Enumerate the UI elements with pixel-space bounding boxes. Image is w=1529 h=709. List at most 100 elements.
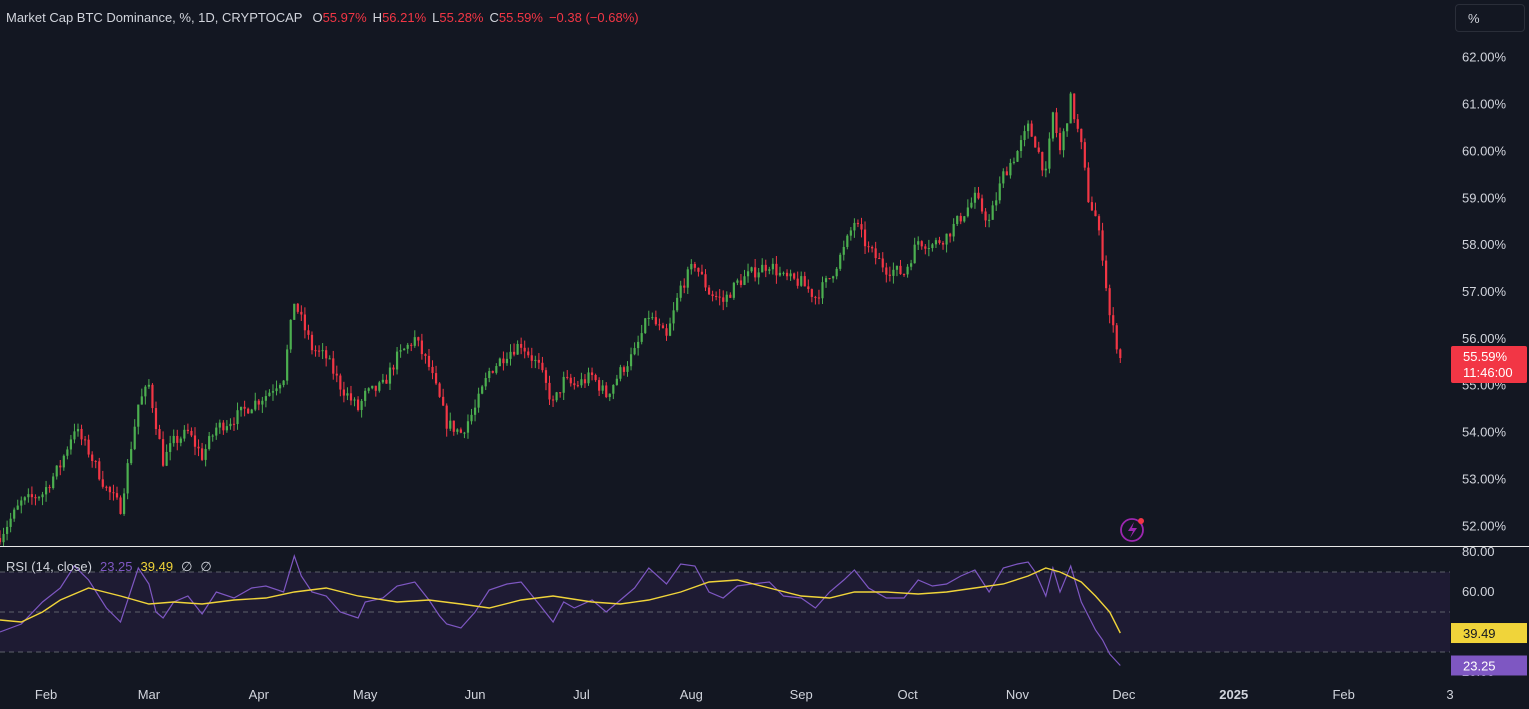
candle-body [229, 423, 232, 427]
candle-body [959, 215, 962, 222]
candle-body [686, 269, 689, 288]
candle-body [505, 358, 509, 364]
candle-body [300, 311, 303, 315]
price-axis-tick: 53.00% [1462, 471, 1507, 486]
candle-body [711, 294, 714, 297]
time-axis-tick: Sep [790, 687, 813, 702]
candle-body [629, 354, 633, 367]
candle-body [144, 386, 147, 397]
candle-body [119, 497, 122, 514]
rsi-ma-tag-label: 39.49 [1463, 626, 1496, 641]
candle-body [1087, 167, 1090, 203]
candle-body [945, 233, 948, 245]
candle-body [1062, 131, 1065, 151]
candle-body [551, 399, 555, 401]
candle-body [466, 421, 470, 433]
candle-body [509, 351, 512, 359]
flash-icon [1120, 518, 1144, 542]
candle-body [98, 461, 101, 480]
candle-body [413, 337, 416, 346]
candle-body [147, 384, 150, 387]
candle-body [690, 263, 693, 270]
candle-body [949, 233, 952, 237]
candle-body [736, 280, 739, 283]
rsi-pane[interactable] [0, 554, 1450, 666]
candle-body [810, 289, 813, 297]
candle-body [906, 266, 909, 275]
candle-body [768, 269, 771, 271]
candle-body [640, 333, 643, 342]
candle-body [800, 276, 803, 286]
candle-body [41, 494, 44, 498]
candle-body [587, 372, 590, 384]
candle-body [52, 476, 55, 489]
candle-body [1012, 161, 1016, 163]
time-axis-tick: Nov [1006, 687, 1030, 702]
candle-body [0, 537, 2, 543]
candle-body [1073, 93, 1076, 120]
candle-body [328, 358, 331, 360]
price-pane[interactable] [0, 91, 1144, 547]
candle-body [452, 420, 455, 432]
candle-body [94, 461, 97, 463]
candle-body [860, 224, 863, 230]
candle-body [388, 367, 392, 384]
candle-body [647, 317, 650, 319]
time-axis-tick: Apr [249, 687, 270, 702]
candle-body [842, 246, 845, 255]
chart-canvas[interactable]: 52.00%53.00%54.00%55.00%56.00%57.00%58.0… [0, 0, 1529, 709]
candle-body [785, 272, 789, 277]
candle-body [672, 310, 675, 324]
candle-body [527, 351, 530, 356]
candle-body [782, 272, 785, 274]
candle-body [924, 246, 927, 249]
candle-body [544, 370, 548, 383]
candle-body [434, 373, 438, 384]
candle-body [807, 286, 810, 290]
candle-body [392, 367, 395, 370]
candle-body [254, 400, 257, 410]
candle-body [275, 388, 278, 392]
candle-body [576, 385, 579, 387]
candle-body [541, 362, 544, 371]
candle-body [1037, 147, 1040, 152]
candle-body [83, 439, 87, 441]
candle-body [353, 399, 356, 401]
time-axis-tick: Feb [35, 687, 57, 702]
close-value: 55.59% [498, 10, 543, 25]
candle-body [491, 371, 494, 373]
candle-body [264, 396, 267, 401]
candle-body [892, 269, 895, 276]
candle-body [257, 400, 260, 405]
candle-body [970, 202, 973, 208]
candle-body [1034, 136, 1037, 148]
candle-body [931, 244, 934, 249]
candle-body [34, 497, 37, 499]
candle-body [980, 198, 984, 212]
symbol-title: Market Cap BTC Dominance, %, 1D, CRYPTOC… [6, 10, 303, 25]
candle-body [1066, 123, 1069, 132]
candle-body [367, 388, 370, 391]
candle-body [888, 274, 891, 276]
candle-body [899, 265, 902, 275]
candle-body [154, 408, 158, 430]
candle-body [654, 317, 657, 325]
time-axis-tick: Dec [1112, 687, 1136, 702]
candle-body [498, 358, 501, 367]
candle-body [310, 334, 314, 351]
candle-body [137, 404, 140, 427]
candle-body [66, 449, 69, 456]
time-axis-tick: Oct [897, 687, 918, 702]
candle-body [218, 422, 221, 428]
time-axis-tick: Feb [1332, 687, 1354, 702]
candle-body [161, 439, 165, 466]
candle-body [87, 439, 90, 455]
candle-body [626, 366, 629, 372]
candle-body [927, 248, 930, 250]
candle-body [165, 451, 168, 466]
price-axis-tick: 61.00% [1462, 97, 1507, 112]
candle-body [885, 267, 888, 275]
candle-body [793, 273, 796, 279]
unit-toggle-button[interactable]: % [1455, 4, 1525, 32]
flash-icon-bolt [1128, 522, 1137, 538]
